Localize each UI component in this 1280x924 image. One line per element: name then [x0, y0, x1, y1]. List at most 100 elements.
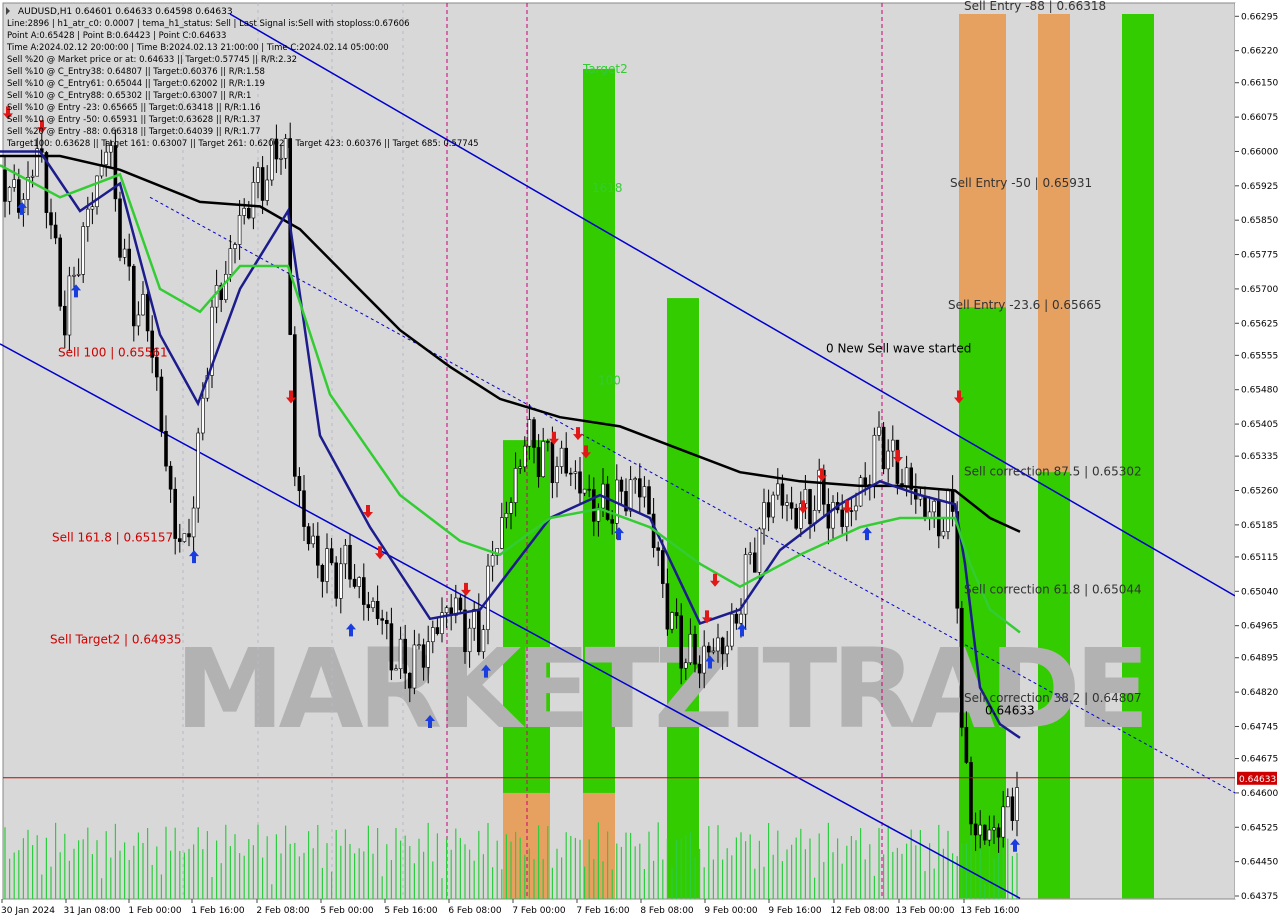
- candle-body: [412, 644, 417, 689]
- candle: [182, 533, 187, 543]
- candle-body: [444, 607, 449, 614]
- candle-body: [642, 486, 647, 498]
- chart-annotation: Sell 161.8 | 0.65157: [52, 531, 173, 545]
- candle-body: [384, 619, 389, 624]
- candle-body: [711, 650, 716, 653]
- y-tick-label: 0.66075: [1241, 113, 1278, 123]
- candle-body: [118, 198, 122, 258]
- candle-body: [587, 488, 592, 491]
- y-tick-label: 0.66000: [1241, 147, 1278, 157]
- header-line: Sell %10 @ Entry -23: 0.65665 || Target:…: [7, 103, 261, 113]
- candle-body: [762, 502, 766, 530]
- header-line: Sell %10 @ C_Entry88: 0.65302 || Target:…: [7, 91, 251, 101]
- header-line: Sell %10 @ C_Entry61: 0.65044 || Target:…: [7, 79, 265, 89]
- candle-body: [872, 434, 877, 485]
- candle-body: [334, 562, 339, 599]
- y-tick-label: 0.64965: [1241, 622, 1278, 632]
- candle-body: [992, 827, 996, 831]
- candle-body: [932, 500, 937, 513]
- candle-body: [95, 175, 99, 208]
- candle-body: [12, 179, 16, 188]
- candle-body: [545, 441, 550, 443]
- y-tick-label: 0.65405: [1241, 420, 1278, 430]
- candle-body: [550, 441, 555, 484]
- candle-body: [371, 601, 375, 609]
- y-tick-label: 0.65925: [1241, 182, 1278, 192]
- candle-body: [224, 273, 228, 301]
- current-price-tag-text: 0.64633: [1239, 775, 1276, 785]
- y-tick-label: 0.66220: [1241, 47, 1278, 57]
- x-tick-label: 9 Feb 16:00: [768, 906, 822, 916]
- candle-body: [987, 829, 992, 841]
- x-tick-label: 9 Feb 00:00: [704, 906, 758, 916]
- y-tick-label: 0.64450: [1241, 858, 1278, 868]
- candle-body: [863, 477, 868, 485]
- chart-annotation: Sell Entry -23.6 | 0.65665: [948, 298, 1102, 312]
- x-tick-label: 5 Feb 00:00: [320, 906, 374, 916]
- candle-body: [826, 504, 831, 529]
- candle-body: [348, 544, 352, 580]
- header-line: Sell %20 @ Market price or at: 0.64633 |…: [7, 55, 297, 65]
- candle-body: [633, 478, 638, 481]
- candle-body: [973, 823, 978, 836]
- candle-body: [706, 645, 711, 653]
- candle-body: [785, 502, 789, 506]
- candle-body: [58, 237, 63, 307]
- y-tick-label: 0.64525: [1241, 823, 1278, 833]
- signal-zone: [1122, 14, 1154, 899]
- candle-body: [725, 645, 730, 655]
- y-tick-label: 0.65260: [1241, 487, 1278, 497]
- candle-body: [499, 517, 504, 549]
- candle-body: [366, 604, 371, 609]
- candle-body: [30, 175, 35, 178]
- x-tick-label: 1 Feb 00:00: [128, 906, 182, 916]
- candle: [292, 326, 297, 487]
- candle-body: [555, 466, 559, 484]
- chart-annotation: 100: [598, 374, 621, 388]
- candle-body: [247, 207, 251, 219]
- y-tick-label: 0.64675: [1241, 755, 1278, 765]
- y-tick-label: 0.65555: [1241, 351, 1278, 361]
- x-tick-label: 13 Feb 16:00: [960, 906, 1019, 916]
- y-tick-label: 0.64375: [1241, 892, 1278, 902]
- candle-body: [155, 357, 159, 378]
- candle-body: [361, 577, 366, 605]
- candle-body: [113, 145, 118, 200]
- candle-body: [196, 432, 200, 509]
- x-tick-label: 8 Feb 08:00: [640, 906, 694, 916]
- x-tick-label: 7 Feb 00:00: [512, 906, 566, 916]
- candle-body: [407, 672, 412, 689]
- candle: [881, 421, 886, 475]
- candle-body: [665, 583, 670, 630]
- candle-body: [982, 824, 987, 841]
- candle-body: [716, 637, 720, 652]
- candle-body: [757, 528, 762, 573]
- candle-body: [541, 441, 546, 477]
- candle-body: [329, 548, 334, 564]
- candle-body: [159, 376, 164, 432]
- candle-body: [522, 445, 527, 468]
- candle-body: [435, 627, 440, 634]
- y-tick-label: 0.65335: [1241, 452, 1278, 462]
- candle-body: [90, 206, 95, 210]
- candle-body: [380, 618, 385, 621]
- candle-body: [559, 447, 564, 467]
- candle-body: [375, 601, 380, 619]
- y-tick-label: 0.65700: [1241, 285, 1278, 295]
- candle-body: [458, 597, 463, 611]
- header-symbol: AUDUSD,H1 0.64601 0.64633 0.64598 0.6463…: [18, 7, 233, 17]
- header-line: Sell %20 @ Entry -88: 0.66318 || Target:…: [7, 127, 261, 137]
- candle-body: [417, 644, 421, 647]
- candle-body: [302, 490, 306, 527]
- candle-body: [532, 419, 536, 448]
- candle-body: [320, 564, 325, 582]
- candle-body: [702, 645, 707, 674]
- header-line: Sell %10 @ Entry -50: 0.65931 || Target:…: [7, 115, 261, 125]
- candle-body: [3, 169, 7, 202]
- candle-body: [881, 426, 886, 470]
- candle-body: [941, 531, 946, 537]
- candle-body: [279, 157, 283, 160]
- candle-body: [164, 430, 168, 467]
- chart-annotation: Sell Entry -88 | 0.66318: [964, 0, 1106, 13]
- chart-annotation: Sell Entry -50 | 0.65931: [950, 176, 1092, 190]
